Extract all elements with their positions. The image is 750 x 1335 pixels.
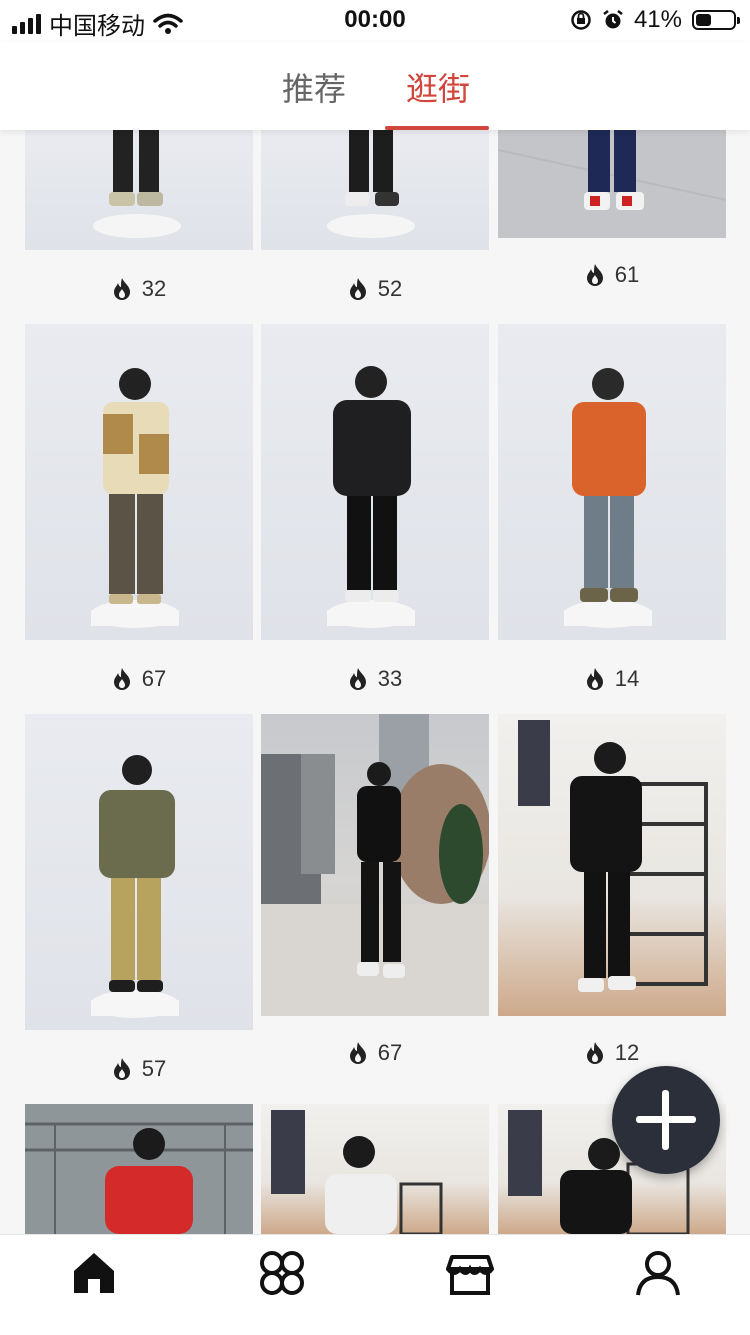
flame-icon (113, 278, 130, 300)
outfit-photo[interactable] (25, 1104, 253, 1234)
status-bar: 中国移动 00:00 41% (0, 0, 750, 42)
heat-count: 67 (141, 666, 167, 691)
feed-card[interactable]: 52 (261, 130, 489, 310)
clover-icon[interactable] (258, 1249, 306, 1297)
shop-icon[interactable] (446, 1249, 494, 1297)
outfit-figure (327, 366, 415, 628)
create-post-button[interactable] (612, 1066, 720, 1174)
flame-icon (349, 668, 366, 690)
outfit-photo[interactable] (498, 130, 726, 238)
home-icon[interactable] (70, 1249, 118, 1297)
flame-icon (586, 264, 603, 286)
heat-count: 12 (614, 1040, 640, 1065)
outfit-photo[interactable] (261, 714, 489, 1016)
outfit-photo[interactable] (25, 324, 253, 640)
feed-card[interactable]: 57 (25, 714, 253, 1090)
heat-stat: 33 (261, 666, 489, 692)
heat-count: 33 (377, 666, 403, 691)
battery-percent: 41% (633, 6, 682, 33)
feed-card[interactable] (25, 1104, 253, 1234)
feed-card[interactable]: 33 (261, 324, 489, 700)
feed-card[interactable]: 14 (498, 324, 726, 700)
outfit-photo[interactable] (261, 324, 489, 640)
outfit-figure (25, 1104, 253, 1234)
feed-card[interactable]: 32 (25, 130, 253, 310)
outfit-figure (261, 714, 489, 1016)
outfit-figure (327, 130, 415, 238)
tab-browse[interactable]: 逛街 (406, 64, 470, 110)
heat-count: 14 (614, 666, 640, 691)
outfit-figure (518, 720, 708, 992)
outfit-figure (271, 1110, 443, 1234)
alarm-icon (603, 10, 623, 29)
flame-icon (349, 278, 366, 300)
feed-card[interactable] (261, 1104, 489, 1234)
heat-count: 52 (377, 276, 403, 301)
outfit-photo[interactable] (498, 714, 726, 1016)
flame-icon (349, 1042, 366, 1064)
active-tab-indicator (385, 126, 489, 130)
outfit-photo[interactable] (25, 130, 253, 250)
outfit-figure (91, 755, 179, 1018)
top-tab-bar: 推荐 逛街 (0, 42, 750, 130)
flame-icon (586, 668, 603, 690)
profile-icon[interactable] (634, 1249, 682, 1297)
outfit-photo[interactable] (25, 714, 253, 1030)
heat-count: 61 (614, 262, 640, 287)
flame-icon (586, 1042, 603, 1064)
feed-card[interactable]: 61 (498, 130, 726, 300)
status-right: 41% (570, 6, 740, 34)
heat-stat: 57 (25, 1056, 253, 1082)
battery-icon (692, 10, 740, 30)
outfit-figure (564, 368, 652, 628)
bottom-tab-bar (0, 1234, 750, 1335)
outfit-feed[interactable]: 32 52 61 67 33 14 57 67 12 (0, 130, 750, 1234)
outfit-figure (498, 130, 726, 210)
outfit-figure (93, 130, 181, 238)
heat-stat: 12 (498, 1040, 726, 1066)
tab-recommend[interactable]: 推荐 (282, 64, 346, 110)
heat-count: 32 (141, 276, 167, 301)
heat-stat: 67 (25, 666, 253, 692)
outfit-figure (91, 368, 179, 628)
outfit-photo[interactable] (261, 1104, 489, 1234)
heat-stat: 67 (261, 1040, 489, 1066)
outfit-photo[interactable] (261, 130, 489, 250)
heat-stat: 14 (498, 666, 726, 692)
battery-fill (696, 14, 711, 26)
heat-stat: 52 (261, 276, 489, 302)
feed-card[interactable]: 67 (25, 324, 253, 700)
feed-card[interactable]: 12 (498, 714, 726, 1070)
outfit-photo[interactable] (498, 324, 726, 640)
rotation-lock-icon (571, 10, 591, 30)
heat-count: 67 (377, 1040, 403, 1065)
feed-card[interactable]: 67 (261, 714, 489, 1070)
flame-icon (113, 1058, 130, 1080)
flame-icon (113, 668, 130, 690)
heat-stat: 61 (498, 262, 726, 288)
heat-stat: 32 (25, 276, 253, 302)
heat-count: 57 (141, 1056, 167, 1081)
